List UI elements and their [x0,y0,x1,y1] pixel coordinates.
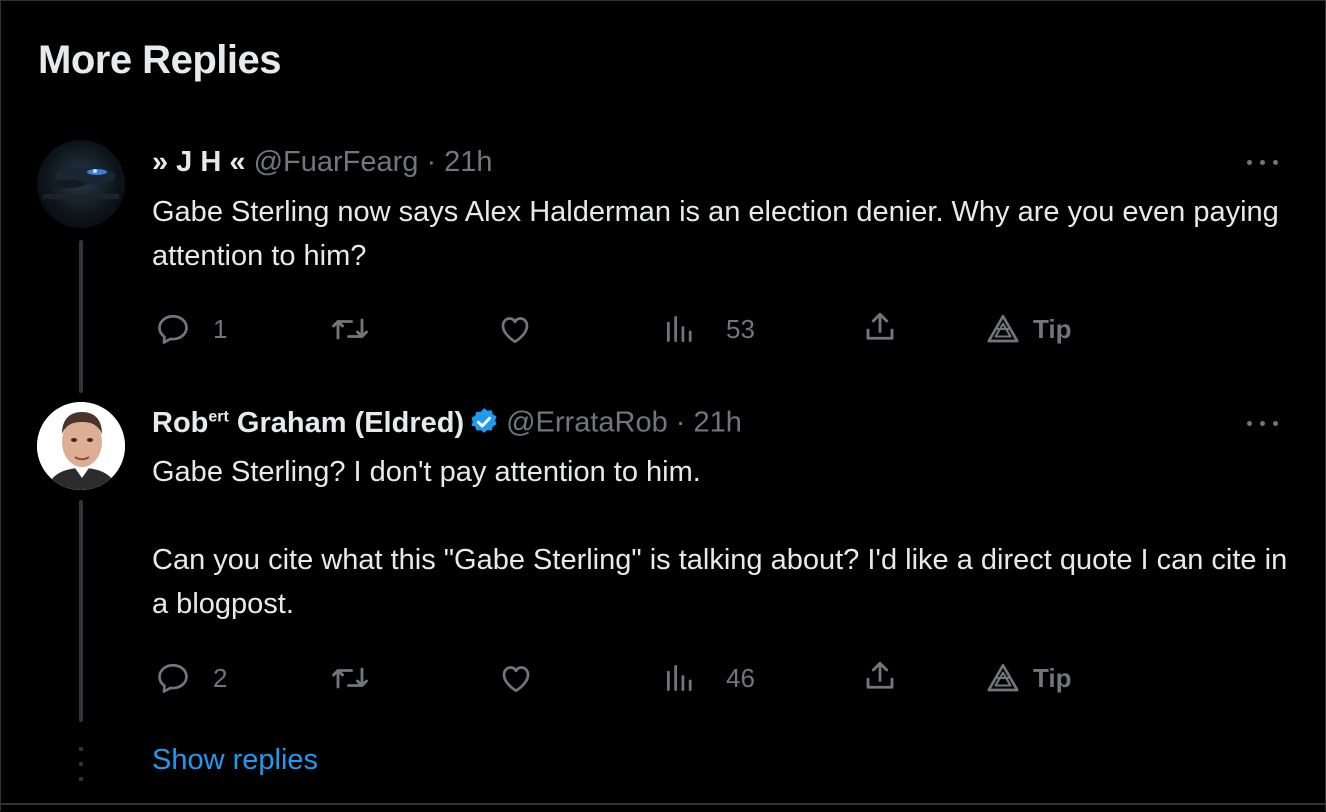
reply-button[interactable]: 1 [155,311,227,347]
more-options-button[interactable] [1245,152,1281,172]
author-handle[interactable]: @FuarFearg [254,146,419,178]
meta-separator: · [418,146,445,178]
views-button[interactable]: 46 [664,660,755,696]
like-button[interactable] [498,660,556,696]
like-icon [502,666,530,693]
post-timestamp[interactable]: 21h [444,146,492,178]
verified-badge-icon[interactable] [468,406,500,438]
reply-count: 2 [213,662,228,693]
author-name-part: Rob [152,406,209,439]
author-handle[interactable]: @ErrataRob [506,407,668,439]
view-count: 53 [726,313,755,344]
avatar-image [43,167,119,199]
panel-divider [0,803,1326,805]
post-text: Gabe Sterling now says Alex Halderman is… [152,190,1292,278]
post-header: Robert Graham (Eldred) @ErrataRob · 21h [152,406,742,442]
thread-line [79,500,83,722]
avatar[interactable] [37,140,125,228]
repost-button[interactable] [330,660,392,696]
repost-icon [332,318,368,340]
section-title: More Replies [38,38,281,82]
views-icon [666,664,692,692]
reply-icon [158,663,188,693]
more-options-button[interactable] [1245,413,1281,433]
post-paragraph: Gabe Sterling now says Alex Halderman is… [152,196,1279,272]
share-icon [866,312,894,340]
author-name-superscript: ert [208,408,229,425]
views-icon [666,315,692,343]
author-name-part: Graham (Eldred) [228,406,465,439]
avatar-image [37,402,125,490]
tip-button[interactable]: Tip [985,311,1072,347]
share-button[interactable] [862,309,898,345]
share-icon [866,661,894,689]
share-button[interactable] [862,658,898,694]
repost-icon [332,667,368,689]
post-header: » J H « @FuarFearg · 21h [152,146,493,179]
reply-count: 1 [213,313,228,344]
like-button[interactable] [497,311,555,347]
post-paragraph: Gabe Sterling? I don't pay attention to … [152,456,701,488]
thread-dot [79,747,83,751]
views-button[interactable]: 53 [664,311,755,347]
reply-button[interactable]: 2 [155,660,227,696]
repost-button[interactable] [330,311,392,347]
author-name[interactable]: Robert Graham (Eldred) [152,407,464,439]
tip-label: Tip [1033,313,1072,344]
thread-dot [79,762,83,766]
post-timestamp[interactable]: 21h [694,407,742,439]
tip-icon [987,314,1019,343]
tip-icon [987,663,1019,692]
like-icon [501,317,529,344]
show-replies-link[interactable]: Show replies [152,744,318,777]
meta-separator: · [667,406,694,439]
post-text: Gabe Sterling? I don't pay attention to … [152,450,1292,626]
thread-dot [79,777,83,781]
author-name[interactable]: » J H « [152,146,246,178]
reply-icon [158,314,188,344]
tip-button[interactable]: Tip [985,660,1072,696]
avatar[interactable] [37,402,125,490]
view-count: 46 [726,662,755,693]
thread-line [79,240,83,393]
tip-label: Tip [1033,662,1072,693]
post-paragraph: Can you cite what this "Gabe Sterling" i… [152,544,1288,620]
